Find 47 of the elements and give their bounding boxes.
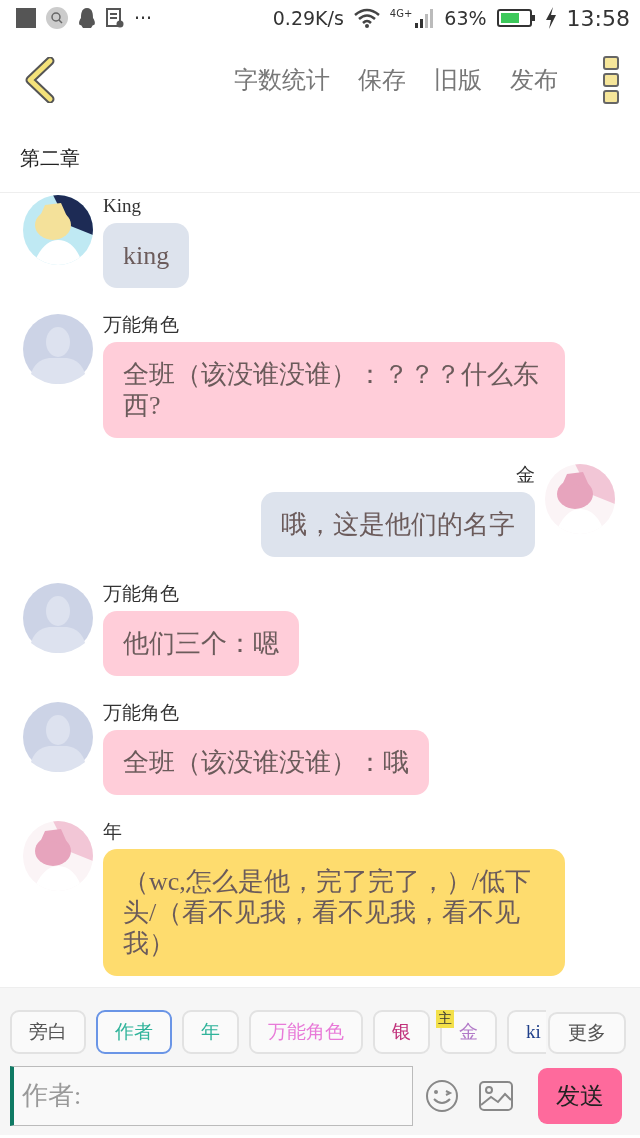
chapter-title: 第二章 xyxy=(20,145,80,171)
toolbar-action[interactable]: 旧版 xyxy=(434,64,482,96)
emoji-icon[interactable] xyxy=(425,1079,459,1113)
role-chip[interactable]: 旁白 xyxy=(10,1010,86,1054)
default-avatar-icon xyxy=(23,314,93,384)
role-chip[interactable]: 万能角色 xyxy=(249,1010,363,1054)
image-icon[interactable] xyxy=(479,1081,513,1111)
sender-name: 年 xyxy=(103,821,122,843)
battery-icon xyxy=(496,8,535,28)
sender-name: 金 xyxy=(516,464,535,486)
toolbar-action[interactable]: 保存 xyxy=(358,64,406,96)
menu-icon[interactable] xyxy=(602,55,620,105)
message-bubble: 哦，这是他们的名字 xyxy=(261,492,535,557)
app-icon xyxy=(16,8,36,28)
battery-percent: 63% xyxy=(444,7,487,29)
role-chip[interactable]: 作者 xyxy=(96,1010,172,1054)
more-notifications: ··· xyxy=(134,7,153,29)
back-icon[interactable] xyxy=(24,57,56,103)
message-bubble: （wc,怎么是他，完了完了，）/低下头/（看不见我，看不见我，看不见我） xyxy=(103,849,565,976)
role-chip[interactable]: 年 xyxy=(182,1010,239,1054)
sender-name: 万能角色 xyxy=(103,583,179,605)
message-bubble: 全班（该没谁没谁）：？？？什么东西? xyxy=(103,342,565,438)
penguin-icon xyxy=(78,7,96,29)
role-chip[interactable]: ki xyxy=(507,1010,546,1054)
document-icon xyxy=(106,8,124,28)
main-role-badge: 主 xyxy=(436,1010,454,1028)
default-avatar-icon xyxy=(23,583,93,653)
default-avatar-icon xyxy=(23,702,93,772)
role-chip[interactable]: 银 xyxy=(373,1010,430,1054)
more-button[interactable]: 更多 xyxy=(548,1012,626,1054)
sender-name: 万能角色 xyxy=(103,702,179,724)
clock: 13:58 xyxy=(566,5,630,31)
charging-icon xyxy=(544,7,557,29)
sender-name: 万能角色 xyxy=(103,314,179,336)
toolbar-action[interactable]: 字数统计 xyxy=(234,64,330,96)
sender-name: King xyxy=(103,195,141,217)
wifi-icon xyxy=(353,8,380,28)
search-icon xyxy=(46,7,68,29)
message-bubble: 他们三个：嗯 xyxy=(103,611,299,676)
signal-icon xyxy=(414,8,435,28)
network-type: 4G+ xyxy=(389,8,413,19)
message-bubble: 全班（该没谁没谁）：哦 xyxy=(103,730,429,795)
toolbar-action[interactable]: 发布 xyxy=(510,64,558,96)
network-speed: 0.29K/s xyxy=(272,7,344,29)
message-input[interactable]: 作者: xyxy=(10,1066,413,1126)
message-bubble: king xyxy=(103,223,190,288)
send-button[interactable]: 发送 xyxy=(538,1068,622,1124)
